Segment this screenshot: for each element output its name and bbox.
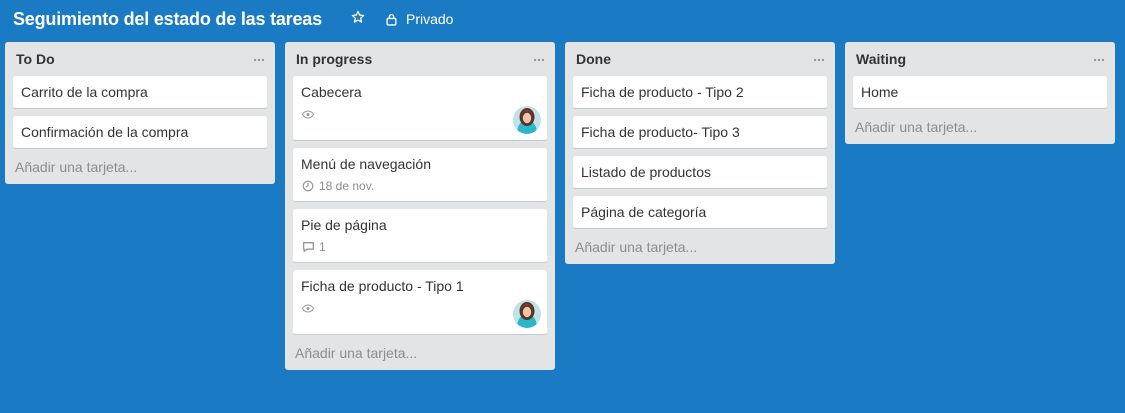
list-header: Done — [565, 42, 835, 76]
more-icon — [1093, 49, 1105, 67]
card[interactable]: Ficha de producto - Tipo 2 — [573, 76, 827, 109]
card[interactable]: Confirmación de la compra — [13, 116, 267, 149]
add-card-button[interactable]: Añadir una tarjeta... — [565, 236, 835, 264]
card[interactable]: Home — [853, 76, 1107, 109]
eye-icon — [301, 301, 315, 315]
add-card-button[interactable]: Añadir una tarjeta... — [5, 156, 275, 184]
card[interactable]: Pie de página 1 — [293, 209, 547, 263]
list-done: Done Ficha de producto - Tipo 2 Ficha de… — [565, 42, 835, 264]
card-title: Ficha de producto - Tipo 2 — [581, 84, 744, 100]
board-title[interactable]: Seguimiento del estado de las tareas — [13, 9, 322, 30]
card-title: Menú de navegación — [301, 156, 431, 172]
list-title[interactable]: Waiting — [856, 51, 906, 67]
star-icon — [351, 10, 365, 29]
card-title: Confirmación de la compra — [21, 124, 189, 140]
card-badges: 1 — [301, 239, 539, 255]
card-title: Pie de página — [301, 217, 387, 233]
more-icon — [533, 49, 545, 67]
list-in-progress: In progress Cabecera Menú de navegación — [285, 42, 555, 370]
add-card-button[interactable]: Añadir una tarjeta... — [285, 342, 555, 370]
card-badges — [301, 106, 539, 122]
eye-icon — [301, 107, 315, 121]
card-title: Carrito de la compra — [21, 84, 148, 100]
comment-icon — [301, 240, 315, 254]
more-icon — [813, 49, 825, 67]
card[interactable]: Carrito de la compra — [13, 76, 267, 109]
card-title: Listado de productos — [581, 164, 711, 180]
list-menu-button[interactable] — [811, 50, 827, 66]
list-title[interactable]: To Do — [16, 51, 55, 67]
list-title[interactable]: Done — [576, 51, 611, 67]
more-icon — [253, 49, 265, 67]
list-header: In progress — [285, 42, 555, 76]
list-menu-button[interactable] — [1091, 50, 1107, 66]
lock-icon — [384, 12, 398, 26]
card-badges: 18 de nov. — [301, 178, 539, 194]
due-date-label: 18 de nov. — [319, 179, 375, 193]
card[interactable]: Ficha de producto - Tipo 1 — [293, 270, 547, 335]
card-title: Ficha de producto- Tipo 3 — [581, 124, 740, 140]
clock-icon — [301, 179, 315, 193]
card-title: Página de categoría — [581, 204, 707, 220]
card[interactable]: Página de categoría — [573, 196, 827, 229]
card[interactable]: Menú de navegación 18 de nov. — [293, 148, 547, 202]
list-to-do: To Do Carrito de la compra Confirmación … — [5, 42, 275, 184]
board-header: Seguimiento del estado de las tareas Pri… — [0, 0, 1125, 40]
list-waiting: Waiting Home Añadir una tarjeta... — [845, 42, 1115, 144]
card-title: Ficha de producto - Tipo 1 — [301, 278, 464, 294]
card-badges — [301, 300, 539, 316]
card[interactable]: Cabecera — [293, 76, 547, 141]
list-header: Waiting — [845, 42, 1115, 76]
star-button[interactable] — [348, 9, 368, 29]
list-header: To Do — [5, 42, 275, 76]
list-menu-button[interactable] — [531, 50, 547, 66]
card-title: Home — [861, 84, 899, 100]
card-title: Cabecera — [301, 84, 362, 100]
list-menu-button[interactable] — [251, 50, 267, 66]
card[interactable]: Ficha de producto- Tipo 3 — [573, 116, 827, 149]
privacy-label: Privado — [406, 11, 454, 27]
card[interactable]: Listado de productos — [573, 156, 827, 189]
list-title[interactable]: In progress — [296, 51, 372, 67]
add-card-button[interactable]: Añadir una tarjeta... — [845, 116, 1115, 144]
comment-count: 1 — [319, 240, 326, 254]
avatar[interactable] — [513, 106, 541, 134]
privacy-button[interactable]: Privado — [384, 9, 453, 29]
avatar[interactable] — [513, 300, 541, 328]
